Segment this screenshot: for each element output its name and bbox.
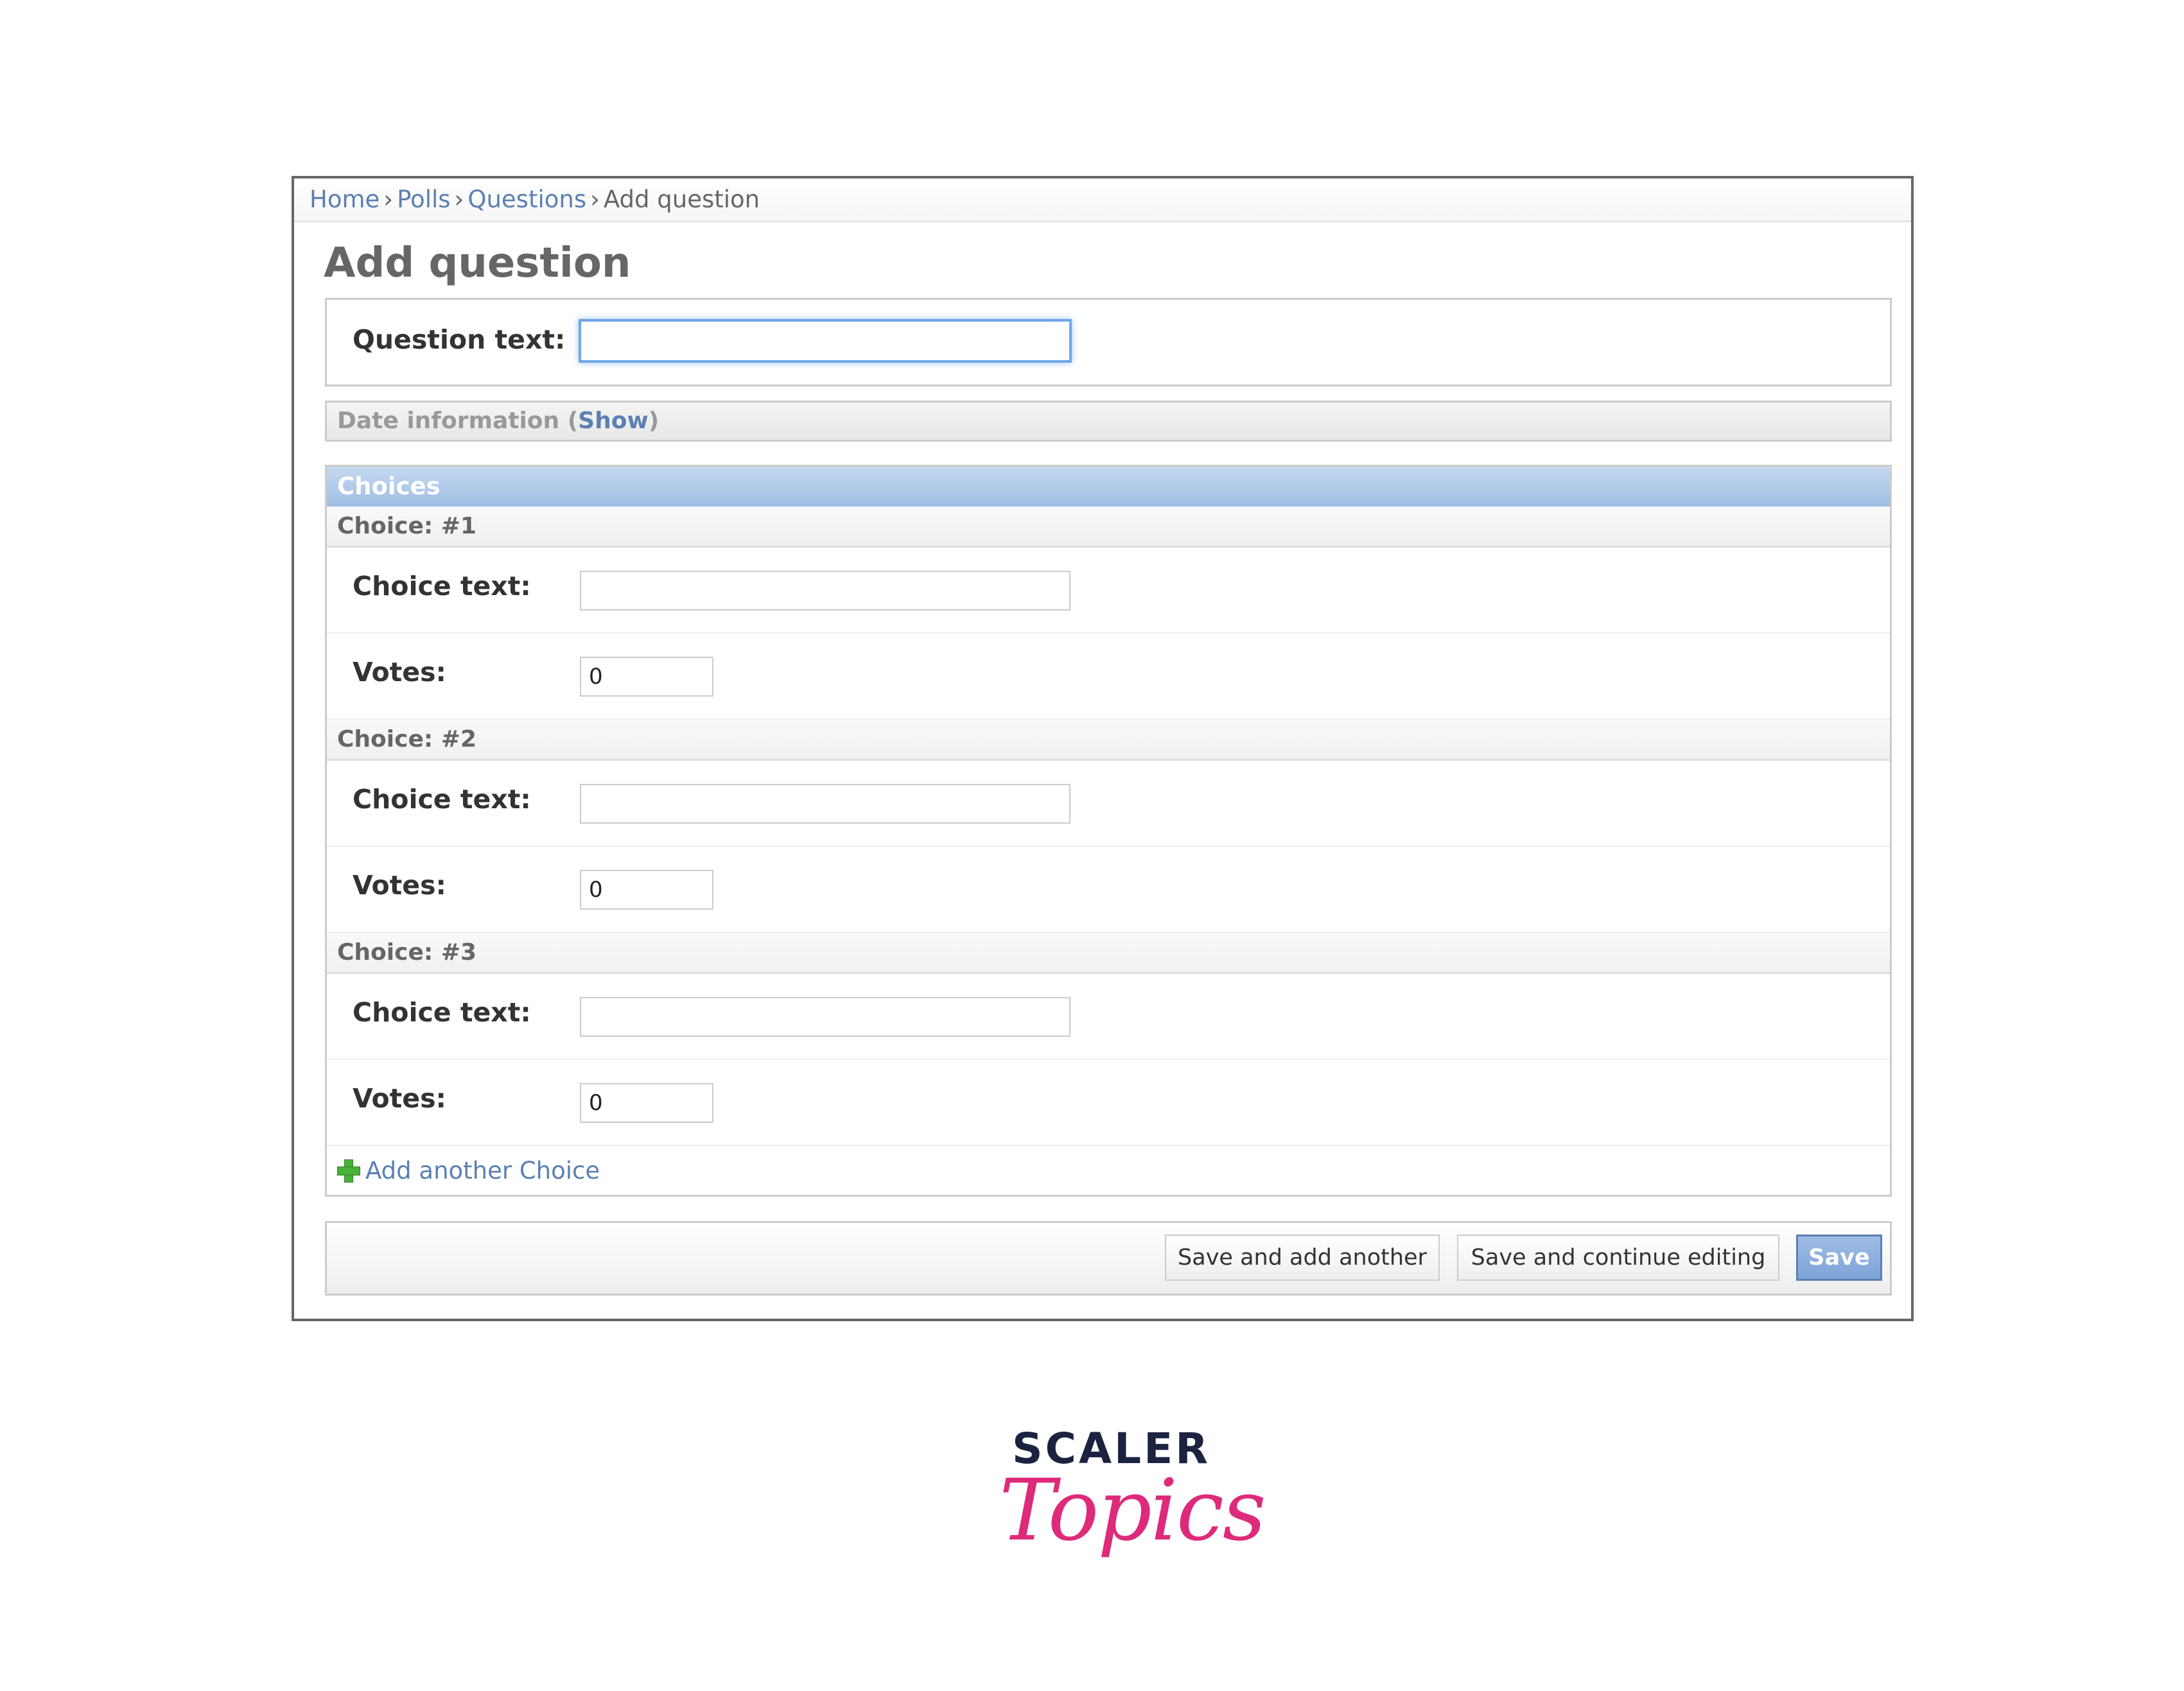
choice-text-row-1: Choice text: bbox=[327, 548, 1890, 634]
choice-title-1: Choice: #1 bbox=[327, 507, 1890, 548]
add-another-choice-link[interactable]: Add another Choice bbox=[327, 1147, 1890, 1195]
choice-title-3: Choice: #3 bbox=[327, 933, 1890, 974]
choice-text-input-1[interactable] bbox=[580, 571, 1070, 611]
date-information-show-link[interactable]: Show bbox=[578, 408, 649, 434]
choice-text-label: Choice text: bbox=[353, 571, 531, 602]
choices-header: Choices bbox=[327, 467, 1890, 507]
logo-script-text: Topics bbox=[999, 1461, 1266, 1560]
votes-row-2: Votes: bbox=[327, 847, 1890, 933]
votes-label: Votes: bbox=[353, 1083, 446, 1114]
breadcrumb-separator: › bbox=[454, 186, 464, 213]
date-information-fieldset: Date information (Show) bbox=[325, 401, 1892, 442]
choices-inline-group: Choices Choice: #1 Choice text: Votes: C… bbox=[325, 465, 1892, 1197]
votes-label: Votes: bbox=[353, 657, 446, 688]
admin-window: Home › Polls › Questions › Add question Add qu… bbox=[292, 176, 1914, 1321]
choice-text-label: Choice text: bbox=[353, 784, 531, 815]
date-information-close-paren: ) bbox=[648, 408, 660, 434]
breadcrumb-separator: › bbox=[383, 186, 394, 213]
breadcrumb-current: Add question bbox=[603, 186, 760, 213]
question-text-label: Question text: bbox=[353, 324, 566, 355]
votes-input-1[interactable] bbox=[580, 657, 713, 697]
question-fieldset: Question text: bbox=[325, 298, 1892, 386]
choice-text-label: Choice text: bbox=[353, 997, 531, 1028]
choice-text-input-3[interactable] bbox=[580, 997, 1070, 1037]
scaler-topics-logo: SCALER Topics bbox=[999, 1424, 1266, 1584]
choice-text-row-2: Choice text: bbox=[327, 761, 1890, 847]
question-text-input[interactable] bbox=[579, 319, 1072, 363]
breadcrumb-polls-link[interactable]: Polls bbox=[397, 186, 450, 213]
votes-input-2[interactable] bbox=[580, 870, 713, 910]
choice-text-row-3: Choice text: bbox=[327, 974, 1890, 1060]
date-information-label: Date information bbox=[337, 408, 560, 434]
date-information-header: Date information (Show) bbox=[337, 403, 659, 440]
breadcrumb-home-link[interactable]: Home bbox=[310, 186, 380, 213]
votes-input-3[interactable] bbox=[580, 1083, 713, 1123]
votes-label: Votes: bbox=[353, 870, 446, 901]
breadcrumb-questions-link[interactable]: Questions bbox=[467, 186, 586, 213]
save-and-continue-button[interactable]: Save and continue editing bbox=[1457, 1235, 1779, 1281]
votes-row-1: Votes: bbox=[327, 634, 1890, 720]
save-button[interactable]: Save bbox=[1796, 1235, 1882, 1281]
choice-text-input-2[interactable] bbox=[580, 784, 1070, 824]
date-information-open-paren: ( bbox=[567, 408, 579, 434]
page-title: Add question bbox=[324, 239, 631, 287]
save-and-add-another-button[interactable]: Save and add another bbox=[1165, 1235, 1440, 1281]
breadcrumb: Home › Polls › Questions › Add question bbox=[294, 178, 1911, 222]
submit-row: Save and add another Save and continue e… bbox=[325, 1221, 1892, 1296]
choice-title-2: Choice: #2 bbox=[327, 720, 1890, 761]
votes-row-3: Votes: bbox=[327, 1060, 1890, 1146]
breadcrumb-separator: › bbox=[590, 186, 600, 213]
plus-icon bbox=[337, 1159, 360, 1183]
add-another-choice-label: Add another Choice bbox=[365, 1157, 600, 1184]
